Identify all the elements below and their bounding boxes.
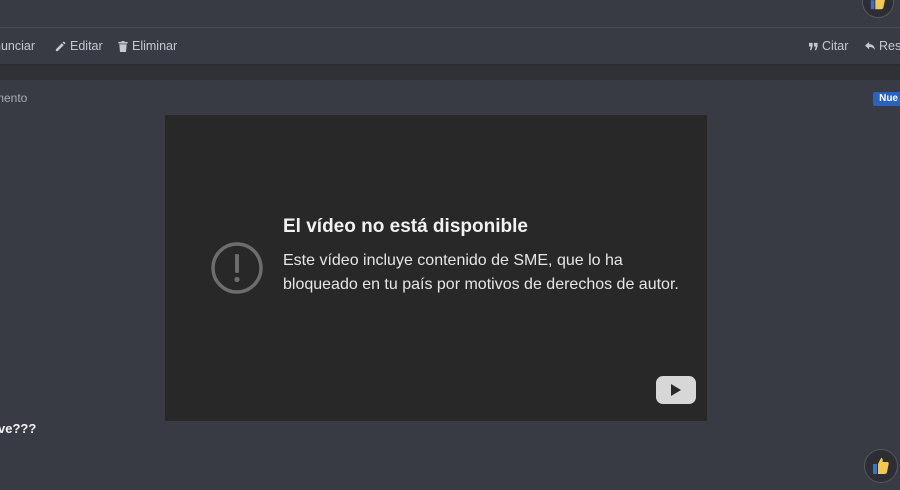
quote-icon — [809, 42, 818, 50]
post-meta: mento — [0, 91, 28, 105]
pencil-icon — [55, 40, 66, 51]
report-button[interactable]: nunciar — [0, 28, 35, 64]
delete-button[interactable]: Eliminar — [118, 28, 177, 64]
post: mento Nue El vídeo no está disponible Es… — [0, 80, 900, 490]
quote-button[interactable]: Citar — [809, 28, 848, 64]
reply-button[interactable]: Resp — [865, 28, 900, 64]
quote-label: Citar — [822, 39, 849, 53]
post-separator — [0, 66, 900, 80]
edit-label: Editar — [70, 39, 103, 53]
alert-circle-icon — [211, 242, 263, 294]
reaction-button[interactable] — [864, 449, 898, 483]
youtube-play-button[interactable] — [656, 376, 696, 404]
post-text: ve??? — [0, 421, 37, 436]
reply-icon — [865, 41, 875, 51]
video-unavailable-message: Este vídeo incluye contenido de SME, que… — [283, 252, 679, 293]
delete-label: Eliminar — [132, 39, 178, 53]
edit-button[interactable]: Editar — [55, 28, 103, 64]
reply-label: Resp — [879, 39, 900, 53]
report-label: nunciar — [0, 39, 35, 53]
thumbs-up-icon — [870, 0, 885, 10]
video-embed[interactable]: El vídeo no está disponible Este vídeo i… — [165, 115, 707, 421]
trash-icon — [118, 40, 128, 52]
new-badge: Nue — [873, 92, 900, 106]
previous-post-reaction[interactable] — [862, 0, 894, 18]
youtube-play-icon — [671, 384, 681, 396]
post-action-bar: nunciar Editar Eliminar Citar Resp — [0, 28, 900, 66]
thumbs-up-icon — [873, 458, 889, 474]
top-strip — [0, 0, 900, 28]
video-unavailable-title: El vídeo no está disponible — [283, 216, 528, 237]
